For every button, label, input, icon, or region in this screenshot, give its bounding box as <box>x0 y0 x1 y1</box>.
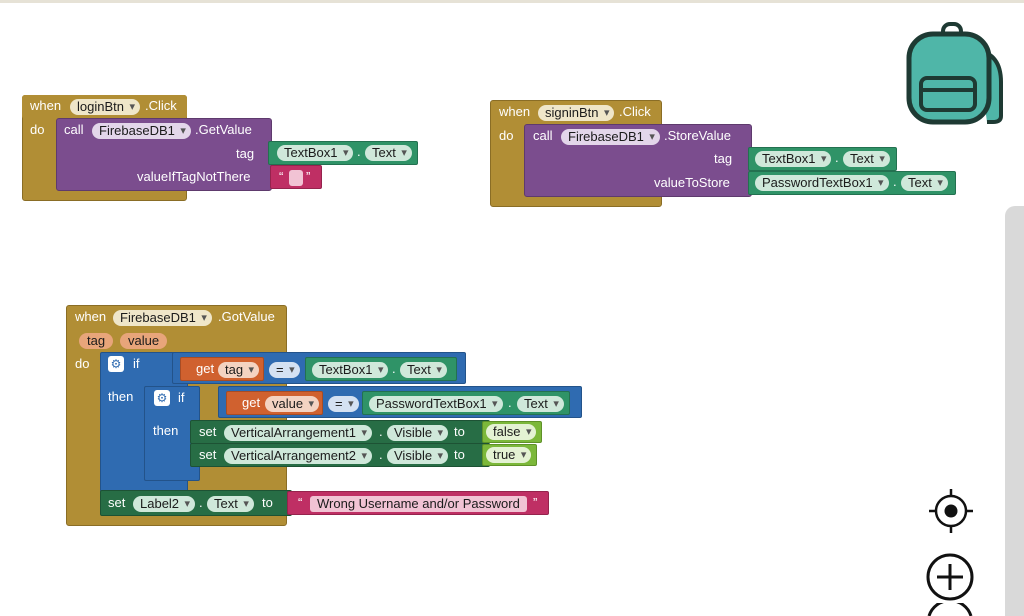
quote-close: ” <box>306 169 311 184</box>
value-parameter[interactable]: value <box>120 333 168 349</box>
set-label: set <box>108 495 126 510</box>
tag-parameter[interactable]: tag <box>79 333 114 349</box>
if-label: if <box>133 356 140 371</box>
get-label: get <box>196 361 215 376</box>
get-label: get <box>242 395 261 410</box>
dot-separator: . <box>392 361 396 376</box>
text-property-dropdown[interactable]: Text <box>843 151 890 167</box>
if-label: if <box>178 390 185 405</box>
backpack-icon[interactable] <box>903 22 1005 128</box>
true-value-dropdown[interactable]: true <box>486 447 532 463</box>
equals-operator-dropdown[interactable]: = <box>269 362 300 378</box>
getvalue-method-label: .GetValue <box>195 122 252 137</box>
to-label: to <box>454 424 465 439</box>
do-label: do <box>30 122 45 137</box>
to-label: to <box>262 495 273 510</box>
dot-separator: . <box>893 174 897 189</box>
call-label: call <box>533 128 553 143</box>
verticalarrangement2-component-dropdown[interactable]: VerticalArrangement2 <box>224 448 373 464</box>
firebasedb1-component-dropdown[interactable]: FirebaseDB1 <box>113 310 212 326</box>
set-label: set <box>199 447 217 462</box>
valueiftagnotthere-arg-label: valueIfTagNotThere <box>137 169 251 184</box>
when-label: when <box>75 309 107 324</box>
zoom-in-icon[interactable] <box>925 552 975 602</box>
textbox1-component-dropdown[interactable]: TextBox1 <box>312 362 389 378</box>
tag-variable-dropdown[interactable]: tag <box>218 362 260 378</box>
when-label: when <box>499 104 531 119</box>
tag-arg-label: tag <box>714 151 733 166</box>
textbox1-component-dropdown[interactable]: TextBox1 <box>755 151 832 167</box>
mutator-gear-icon[interactable]: ⚙ <box>154 390 170 406</box>
quote-close: ” <box>533 495 538 510</box>
verticalarrangement1-component-dropdown[interactable]: VerticalArrangement1 <box>224 425 373 441</box>
do-label: do <box>499 128 514 143</box>
click-event-label: .Click <box>145 98 177 113</box>
then-label: then <box>108 389 134 404</box>
dot-separator: . <box>379 447 383 462</box>
call-label: call <box>64 122 84 137</box>
workspace-top-border <box>0 0 1024 3</box>
text-property-dropdown[interactable]: Text <box>901 175 948 191</box>
crosshair-target-icon[interactable] <box>927 487 975 535</box>
dot-separator: . <box>199 495 203 510</box>
quote-open: “ <box>298 495 303 510</box>
when-label: when <box>30 98 62 113</box>
false-value-dropdown[interactable]: false <box>486 424 537 440</box>
mutator-gear-icon[interactable]: ⚙ <box>108 356 124 372</box>
workspace-scrollbar[interactable] <box>1005 206 1024 616</box>
dot-separator: . <box>508 395 512 410</box>
wrong-credentials-string-value[interactable]: Wrong Username and/or Password <box>310 496 527 512</box>
loginbtn-component-dropdown[interactable]: loginBtn <box>70 99 140 115</box>
text-property-dropdown[interactable]: Text <box>365 145 412 161</box>
dot-separator: . <box>835 150 839 165</box>
storevalue-method-label: .StoreValue <box>664 128 731 143</box>
quote-open: “ <box>279 169 284 184</box>
text-property-dropdown[interactable]: Text <box>207 496 254 512</box>
zoom-out-icon[interactable] <box>925 603 975 616</box>
text-property-dropdown[interactable]: Text <box>517 396 564 412</box>
textbox1-component-dropdown[interactable]: TextBox1 <box>277 145 354 161</box>
text-property-dropdown[interactable]: Text <box>400 362 447 378</box>
firebasedb1-call-dropdown[interactable]: FirebaseDB1 <box>92 123 191 139</box>
passwordtextbox1-component-dropdown[interactable]: PasswordTextBox1 <box>755 175 889 191</box>
empty-string-value[interactable] <box>289 170 303 186</box>
label2-component-dropdown[interactable]: Label2 <box>133 496 196 512</box>
visible-property-dropdown[interactable]: Visible <box>387 448 449 464</box>
set-label: set <box>199 424 217 439</box>
dot-separator: . <box>379 424 383 439</box>
click-event-label: .Click <box>619 104 651 119</box>
value-variable-dropdown[interactable]: value <box>265 396 320 412</box>
equals-operator-dropdown[interactable]: = <box>328 396 359 412</box>
to-label: to <box>454 447 465 462</box>
tag-arg-label: tag <box>236 146 255 161</box>
dot-separator: . <box>357 144 361 159</box>
visible-property-dropdown[interactable]: Visible <box>387 425 449 441</box>
valuetostore-arg-label: valueToStore <box>654 175 730 190</box>
signinbtn-component-dropdown[interactable]: signinBtn <box>538 105 615 121</box>
then-label: then <box>153 423 179 438</box>
do-label: do <box>75 356 90 371</box>
passwordtextbox1-component-dropdown[interactable]: PasswordTextBox1 <box>369 396 503 412</box>
gotvalue-event-label: .GotValue <box>218 309 275 324</box>
firebasedb1-call-dropdown[interactable]: FirebaseDB1 <box>561 129 660 145</box>
